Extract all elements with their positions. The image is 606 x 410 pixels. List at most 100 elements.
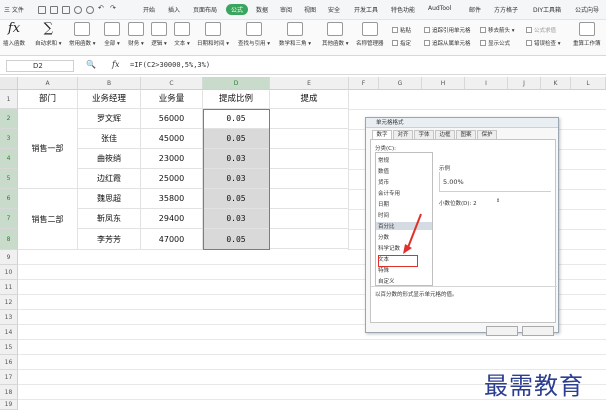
column-header-g[interactable]: G	[379, 77, 422, 90]
dialog-tab-border[interactable]: 边框	[435, 130, 455, 139]
category-item[interactable]: 时间	[378, 211, 389, 219]
tab-home[interactable]: 开始	[143, 5, 155, 14]
column-header-a[interactable]: A	[18, 77, 78, 90]
column-header-k[interactable]: K	[541, 77, 571, 90]
row-header[interactable]: 6	[0, 189, 18, 209]
row-header[interactable]: 17	[0, 370, 18, 385]
row-header[interactable]: 9	[0, 250, 18, 265]
specify-button[interactable]: 指定	[392, 39, 411, 47]
rate-cell[interactable]: 0.03	[203, 209, 270, 229]
row-header[interactable]: 7	[0, 209, 18, 229]
manager-cell[interactable]: 魏思超	[78, 189, 141, 209]
manager-cell[interactable]: 李芳芳	[78, 229, 141, 250]
paste-name-button[interactable]: 粘贴	[392, 26, 411, 34]
volume-cell[interactable]: 29400	[141, 209, 203, 229]
logic-button[interactable]: 逻辑 ▾	[151, 22, 167, 47]
category-item[interactable]: 货币	[378, 178, 389, 186]
category-item[interactable]: 常规	[378, 156, 389, 164]
manager-cell[interactable]: 边红霞	[78, 169, 141, 189]
finance-button[interactable]: 财务 ▾	[128, 22, 144, 47]
rate-cell[interactable]: 0.05	[203, 109, 270, 129]
tab-fangge[interactable]: 方方格子	[494, 5, 518, 14]
column-header-i[interactable]: I	[465, 77, 508, 90]
rate-cell[interactable]: 0.05	[203, 229, 270, 250]
ok-button[interactable]	[486, 326, 518, 336]
manager-cell[interactable]: 曲筱绡	[78, 149, 141, 169]
header-manager[interactable]: 业务经理	[78, 90, 141, 109]
rate-cell[interactable]: 0.05	[203, 189, 270, 209]
preview-icon[interactable]	[62, 6, 70, 14]
dept-cell[interactable]: 销售二部	[18, 189, 78, 250]
spinner-icon[interactable]: ⇕	[496, 198, 500, 204]
tab-mail[interactable]: 邮件	[469, 5, 481, 14]
file-menu[interactable]: 三 文件	[4, 5, 24, 14]
row-header[interactable]: 16	[0, 355, 18, 370]
common-functions-button[interactable]: 常用函数 ▾	[69, 22, 96, 47]
datetime-button[interactable]: 日期和时间 ▾	[197, 22, 229, 47]
volume-cell[interactable]: 56000	[141, 109, 203, 129]
rate-cell[interactable]: 0.03	[203, 149, 270, 169]
remove-arrows-button[interactable]: 移去箭头 ▾	[480, 26, 515, 34]
category-item[interactable]: 科学记数	[378, 244, 400, 252]
tab-formulas[interactable]: 公式	[226, 4, 249, 15]
volume-cell[interactable]: 47000	[141, 229, 203, 250]
row-header[interactable]: 14	[0, 325, 18, 340]
header-volume[interactable]: 业务量	[141, 90, 203, 109]
volume-cell[interactable]: 25000	[141, 169, 203, 189]
fx-label[interactable]: fx	[112, 60, 119, 69]
row-header[interactable]: 1	[0, 90, 18, 109]
row-header[interactable]: 3	[0, 129, 18, 149]
other-functions-button[interactable]: 其他函数 ▾	[322, 22, 349, 47]
tab-audtool[interactable]: AudTool	[428, 5, 451, 12]
tab-security[interactable]: 安全	[328, 5, 340, 14]
category-item[interactable]: 会计专用	[378, 189, 400, 197]
tab-page-layout[interactable]: 页面布局	[193, 5, 217, 14]
row-header[interactable]: 15	[0, 340, 18, 355]
insert-function-button[interactable]: fx 插入函数	[3, 22, 25, 48]
row-header[interactable]: 10	[0, 265, 18, 280]
select-all-corner[interactable]	[0, 77, 18, 90]
row-header[interactable]: 4	[0, 149, 18, 169]
tab-developer[interactable]: 开发工具	[354, 5, 378, 14]
category-item[interactable]: 数值	[378, 167, 389, 175]
autosum-button[interactable]: ∑ 自动求和 ▾	[35, 22, 62, 48]
row-header[interactable]: 13	[0, 310, 18, 325]
lookup-button[interactable]: 查找与引用 ▾	[238, 22, 270, 47]
column-header-h[interactable]: H	[422, 77, 465, 90]
manager-cell[interactable]: 靳凤东	[78, 209, 141, 229]
zoom-icon[interactable]: 🔍	[86, 60, 96, 69]
trace-dependents-button[interactable]: 追踪从属单元格	[424, 39, 471, 47]
math-button[interactable]: 数学和三角 ▾	[279, 22, 311, 47]
category-item[interactable]: 自定义	[378, 277, 395, 285]
row-header[interactable]: 19	[0, 400, 18, 410]
manager-cell[interactable]: 张佳	[78, 129, 141, 149]
formula-input[interactable]: =IF(C2>30000,5%,3%)	[130, 60, 210, 71]
text-button[interactable]: 文本 ▾	[174, 22, 190, 47]
column-header-f[interactable]: F	[349, 77, 379, 90]
column-header-e[interactable]: E	[270, 77, 349, 90]
dialog-tab-protection[interactable]: 保护	[477, 130, 497, 139]
volume-cell[interactable]: 45000	[141, 129, 203, 149]
dialog-tab-font[interactable]: 字体	[414, 130, 434, 139]
manager-cell[interactable]: 罗文辉	[78, 109, 141, 129]
category-item[interactable]: 日期	[378, 200, 389, 208]
tab-view[interactable]: 视图	[304, 5, 316, 14]
redo-icon[interactable]: ↷	[110, 4, 118, 12]
header-dept[interactable]: 部门	[18, 90, 78, 109]
rate-cell[interactable]: 0.05	[203, 129, 270, 149]
export-icon[interactable]	[74, 6, 82, 14]
tab-data[interactable]: 数据	[256, 5, 268, 14]
all-functions-button[interactable]: 全部 ▾	[104, 22, 120, 47]
row-header[interactable]: 5	[0, 169, 18, 189]
undo-icon[interactable]: ↶	[98, 4, 106, 12]
rate-cell[interactable]: 0.03	[203, 169, 270, 189]
recalculate-button[interactable]: 重算工作簿	[573, 22, 601, 47]
category-item[interactable]: 特殊	[378, 266, 389, 274]
header-commission[interactable]: 提成	[270, 90, 349, 109]
row-header[interactable]: 18	[0, 385, 18, 400]
dept-cell[interactable]: 销售一部	[18, 109, 78, 189]
tab-features[interactable]: 特色功能	[391, 5, 415, 14]
formula-evaluate-button[interactable]: 公式求值	[526, 26, 556, 34]
volume-cell[interactable]: 23000	[141, 149, 203, 169]
column-header-j[interactable]: J	[508, 77, 541, 90]
